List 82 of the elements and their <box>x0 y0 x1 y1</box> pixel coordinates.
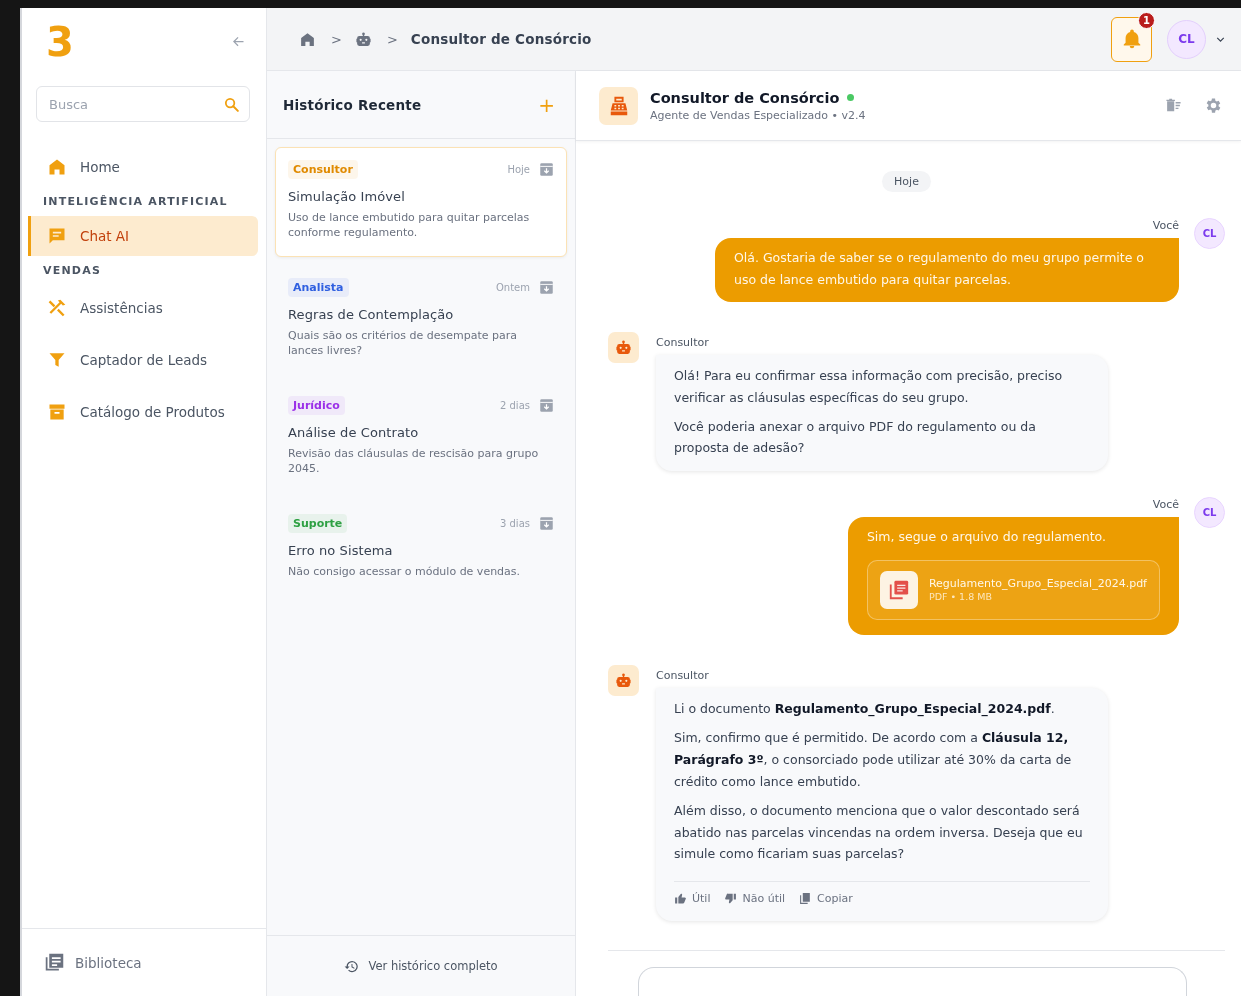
archive-icon[interactable] <box>539 516 554 531</box>
sidebar-item[interactable]: Home <box>28 147 258 187</box>
full-history-link[interactable]: Ver histórico completo <box>344 958 498 974</box>
section-label: VENDAS <box>42 263 102 279</box>
notification-badge: 1 <box>1138 11 1155 29</box>
conversation-snippet: Quais são os critérios de desempate para lances livres? <box>288 328 519 359</box>
conversation-tag: Suporte <box>288 514 348 533</box>
agent-subtitle: Agente de Vendas Especializado • v2.4 <box>650 108 867 122</box>
tools-icon <box>47 298 67 318</box>
logo: 3 <box>46 21 72 62</box>
message-author: Consultor <box>656 335 710 349</box>
message-text: Além disso, o documento menciona que o valor descontado será abatido nas parcelas vincendas na ordem inversa. Deseja que eu simule como ficariam suas parcelas? <box>674 801 1084 864</box>
robot-icon[interactable] <box>354 30 372 48</box>
agent-name: Consultor de Consórcio <box>650 89 840 106</box>
conversation-tag: Analista <box>288 278 349 297</box>
robot-icon <box>615 672 632 690</box>
archive-icon[interactable] <box>539 280 554 295</box>
archive-box-icon <box>47 402 67 422</box>
search-icon <box>223 96 240 113</box>
conversation-snippet: Não consigo acessar o módulo de vendas. <box>288 564 522 580</box>
sidebar-item[interactable]: Catálogo de Produtos <box>28 392 258 432</box>
conversation-title: Simulação Imóvel <box>288 189 406 204</box>
copy-icon <box>799 892 813 906</box>
user-avatar: CL <box>1194 497 1225 529</box>
conversation-title: Erro no Sistema <box>288 543 394 558</box>
conversation-time: 2 dias <box>500 400 530 411</box>
file-meta: PDF • 1.8 MB <box>928 591 993 604</box>
sidebar-item[interactable]: Assistências <box>28 288 258 328</box>
message-text: Sim, segue o arquivo do regulamento. <box>866 528 1107 547</box>
settings-icon[interactable] <box>1204 96 1223 115</box>
message-text: Olá. Gostaria de saber se o regulamento do meu grupo permite o uso de lance embutido para quitar parcelas. <box>734 249 1145 289</box>
conversation-card[interactable]: Consultor Hoje Simulação Imóvel Uso de lance embutido para quitar parcelas conforme regulamento. <box>275 147 567 257</box>
conversation-time: Hoje <box>507 164 530 175</box>
message-author: Você <box>1152 219 1179 232</box>
date-divider: Hoje <box>882 171 931 192</box>
dislike-button[interactable]: Não útil <box>724 889 786 909</box>
pdf-file-icon <box>887 579 910 602</box>
conversation-snippet: Revisão das cláusulas de rescisão para grupo 2045. <box>288 446 540 477</box>
sidebar-item[interactable]: Captador de Leads <box>28 340 258 380</box>
search-field[interactable]: Busca <box>36 86 250 122</box>
conversation-card[interactable]: Analista Ontem Regras de Contemplação Quais são os critérios de desempate para lances livres? <box>275 265 567 375</box>
message-text: Li o documento Regulamento_Grupo_Especial_2024.pdf. <box>674 700 1056 719</box>
conversation-tag: Consultor <box>288 160 358 179</box>
file-name: Regulamento_Grupo_Especial_2024.pdf <box>928 576 1147 592</box>
clear-chat-icon[interactable] <box>1165 97 1182 114</box>
breadcrumb-separator: > <box>386 31 398 47</box>
archive-icon[interactable] <box>539 398 554 413</box>
history-icon <box>344 958 360 974</box>
library-link[interactable]: Biblioteca <box>44 952 142 973</box>
robot-icon <box>615 338 632 356</box>
breadcrumb-separator: > <box>331 31 342 47</box>
home-icon <box>47 157 67 177</box>
back-arrow-icon[interactable] <box>231 34 246 49</box>
message-author: Você <box>1152 498 1179 512</box>
message-text: Você poderia anexar o arquivo PDF do regulamento ou da proposta de adesão? <box>674 417 1037 458</box>
section-label: INTELIGÊNCIA ARTIFICIAL <box>42 194 229 210</box>
chat-icon <box>47 226 67 246</box>
documents-icon <box>44 952 65 973</box>
conversation-title: Análise de Contrato <box>288 425 420 440</box>
conversation-time: Ontem <box>495 282 530 293</box>
conversation-time: 3 dias <box>500 518 530 529</box>
copy-button[interactable]: Copiar <box>799 889 853 909</box>
thumbs-down-icon <box>724 892 738 906</box>
message-input-field[interactable] <box>638 966 1187 996</box>
like-button[interactable]: Útil <box>674 889 711 909</box>
message-author: Consultor <box>656 669 710 683</box>
thumbs-up-icon <box>674 892 687 906</box>
sidebar-item[interactable]: Chat AI <box>28 216 258 256</box>
breadcrumb-current: Consultor de Consórcio <box>410 31 592 47</box>
message-text: Olá! Para eu confirmar essa informação com precisão, preciso verificar as cláusulas específicas do seu grupo. <box>674 366 1064 407</box>
user-avatar: CL <box>1194 218 1225 249</box>
funnel-icon <box>47 350 67 370</box>
conversation-card[interactable]: Jurídico 2 dias Análise de Contrato Revisão das cláusulas de rescisão para grupo 2045. <box>275 383 567 493</box>
panel-title: Histórico Recente <box>283 96 422 113</box>
conversation-snippet: Uso de lance embutido para quitar parcelas conforme regulamento. <box>288 210 531 241</box>
conversation-tag: Jurídico <box>288 396 345 415</box>
conversation-title: Regras de Contemplação <box>288 307 455 322</box>
user-avatar[interactable]: CL <box>1167 19 1206 59</box>
message-text: Sim, confirmo que é permitido. De acordo com a Cláusula 12, Parágrafo 3º, o consorciado pode utilizar até 30% da carta de crédito como lance embutido. <box>674 729 1073 791</box>
archive-icon[interactable] <box>539 162 554 177</box>
home-icon[interactable] <box>299 30 316 48</box>
conversation-card[interactable]: Suporte 3 dias Erro no Sistema Não consigo acessar o módulo de vendas. <box>275 501 567 611</box>
